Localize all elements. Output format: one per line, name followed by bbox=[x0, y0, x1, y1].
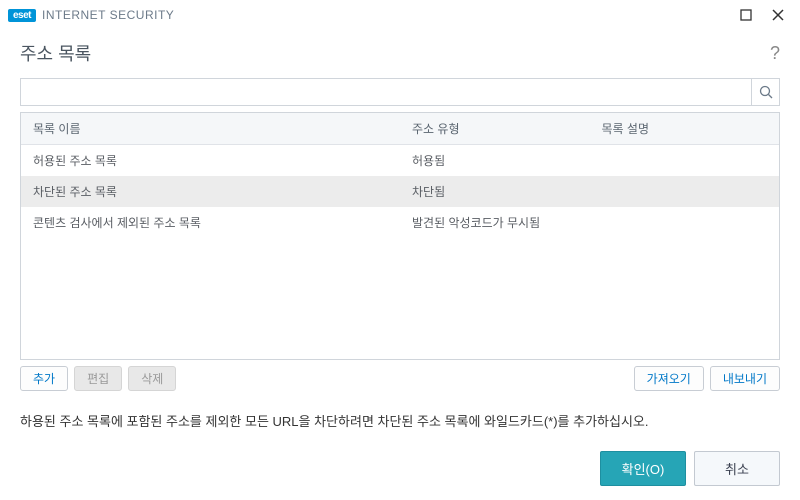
help-icon[interactable]: ? bbox=[770, 43, 780, 64]
cancel-button[interactable]: 취소 bbox=[694, 451, 780, 486]
search-input[interactable] bbox=[21, 85, 751, 100]
action-bar: 추가 편집 삭제 가져오기 내보내기 bbox=[20, 366, 780, 391]
ok-button[interactable]: 확인(O) bbox=[600, 451, 686, 486]
table-row[interactable]: 차단된 주소 목록차단됨 bbox=[21, 176, 779, 207]
close-icon[interactable] bbox=[772, 9, 784, 21]
product-name: INTERNET SECURITY bbox=[42, 8, 174, 22]
add-button[interactable]: 추가 bbox=[20, 366, 68, 391]
header: 주소 목록 ? bbox=[0, 30, 800, 78]
cell-type: 허용됨 bbox=[400, 145, 590, 176]
edit-button[interactable]: 편집 bbox=[74, 366, 122, 391]
cell-type: 차단됨 bbox=[400, 176, 590, 207]
search-button[interactable] bbox=[751, 79, 779, 105]
search-icon bbox=[759, 85, 773, 99]
table-row[interactable]: 콘텐츠 검사에서 제외된 주소 목록발견된 악성코드가 무시됨 bbox=[21, 207, 779, 238]
footer: 확인(O) 취소 bbox=[0, 437, 800, 500]
titlebar: eset INTERNET SECURITY bbox=[0, 0, 800, 30]
cell-name: 차단된 주소 목록 bbox=[21, 176, 400, 207]
search-bar bbox=[20, 78, 780, 106]
table-body: 허용된 주소 목록허용됨차단된 주소 목록차단됨콘텐츠 검사에서 제외된 주소 … bbox=[21, 145, 779, 238]
table-header: 목록 이름 주소 유형 목록 설명 bbox=[21, 113, 779, 145]
column-desc[interactable]: 목록 설명 bbox=[590, 113, 780, 144]
titlebar-left: eset INTERNET SECURITY bbox=[8, 8, 174, 22]
table-row[interactable]: 허용된 주소 목록허용됨 bbox=[21, 145, 779, 176]
column-type[interactable]: 주소 유형 bbox=[400, 113, 590, 144]
hint-text: 하용된 주소 목록에 포함된 주소를 제외한 모든 URL을 차단하려면 차단된… bbox=[0, 391, 800, 430]
page-title: 주소 목록 bbox=[20, 40, 91, 66]
cell-desc bbox=[590, 176, 780, 207]
cell-name: 허용된 주소 목록 bbox=[21, 145, 400, 176]
export-button[interactable]: 내보내기 bbox=[710, 366, 780, 391]
eset-logo: eset bbox=[8, 9, 36, 22]
cell-desc bbox=[590, 145, 780, 176]
address-list-table: 목록 이름 주소 유형 목록 설명 허용된 주소 목록허용됨차단된 주소 목록차… bbox=[20, 112, 780, 360]
cell-name: 콘텐츠 검사에서 제외된 주소 목록 bbox=[21, 207, 400, 238]
delete-button[interactable]: 삭제 bbox=[128, 366, 176, 391]
maximize-icon[interactable] bbox=[740, 9, 752, 21]
column-name[interactable]: 목록 이름 bbox=[21, 113, 400, 144]
cell-type: 발견된 악성코드가 무시됨 bbox=[400, 207, 590, 238]
import-button[interactable]: 가져오기 bbox=[634, 366, 704, 391]
window-controls bbox=[740, 9, 792, 21]
cell-desc bbox=[590, 207, 780, 238]
